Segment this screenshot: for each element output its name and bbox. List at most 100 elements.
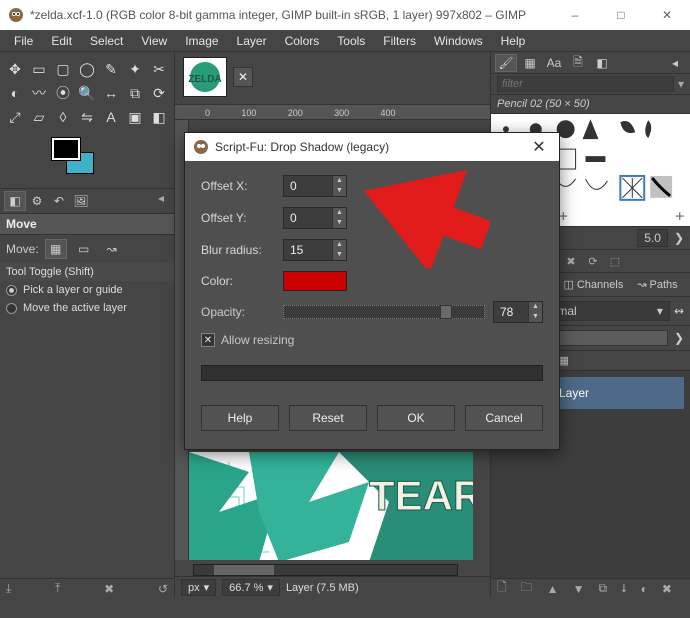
- tab-document-history[interactable]: 🗎: [567, 54, 589, 72]
- tab-tool-options[interactable]: ◧: [4, 191, 26, 211]
- lower-layer-icon[interactable]: ▼: [573, 582, 585, 596]
- image-tab-thumbnail[interactable]: ZELDA: [183, 57, 227, 97]
- tool-free-select[interactable]: ✎: [100, 58, 122, 80]
- tool-scale[interactable]: ⤢: [4, 106, 26, 128]
- tab-brushes[interactable]: 🖌: [495, 54, 517, 72]
- tool-gradient[interactable]: ◧: [148, 106, 170, 128]
- merge-down-icon[interactable]: ⭣: [621, 581, 627, 596]
- menu-view[interactable]: View: [133, 32, 175, 50]
- maximize-button[interactable]: □: [598, 0, 644, 30]
- move-mode-layer[interactable]: ▦: [45, 239, 67, 259]
- menu-tools[interactable]: Tools: [329, 32, 373, 50]
- step-down-icon[interactable]: ▼: [332, 186, 346, 196]
- minimize-button[interactable]: –: [552, 0, 598, 30]
- reset-options-icon[interactable]: ↺: [158, 582, 168, 596]
- step-down-icon[interactable]: ▼: [528, 312, 542, 322]
- horizontal-scrollbar[interactable]: [193, 564, 458, 576]
- zoom-dropdown[interactable]: 66.7 %▾: [222, 579, 280, 596]
- delete-brush-icon[interactable]: ✖: [561, 252, 581, 270]
- dock-menu-icon[interactable]: ◂: [152, 191, 170, 211]
- radio-pick-layer[interactable]: Pick a layer or guide: [0, 281, 174, 299]
- dialog-close-button[interactable]: ✕: [527, 137, 551, 157]
- layer-group-icon[interactable]: 🗀: [521, 578, 533, 599]
- menu-layer[interactable]: Layer: [229, 32, 275, 50]
- cancel-button[interactable]: Cancel: [465, 405, 543, 431]
- tool-flip[interactable]: ⇋: [76, 106, 98, 128]
- color-swatches[interactable]: [0, 132, 174, 188]
- help-button[interactable]: Help: [201, 405, 279, 431]
- duplicate-layer-icon[interactable]: ⧉: [598, 581, 607, 596]
- offset-x-input[interactable]: 0 ▲▼: [283, 175, 347, 197]
- ok-button[interactable]: OK: [377, 405, 455, 431]
- dock-menu-icon[interactable]: ◂: [664, 54, 686, 72]
- open-as-image-icon[interactable]: ⬚: [605, 252, 625, 270]
- allow-resizing-checkbox[interactable]: ✕ Allow resizing: [201, 333, 543, 347]
- step-up-icon[interactable]: ▲: [332, 240, 346, 250]
- tool-crop[interactable]: ⧉: [124, 82, 146, 104]
- radio-move-active[interactable]: Move the active layer: [0, 299, 174, 317]
- close-button[interactable]: ✕: [644, 0, 690, 30]
- save-options-icon[interactable]: ⤓: [6, 581, 11, 596]
- chevron-icon[interactable]: ❯: [674, 331, 684, 345]
- mode-switch-icon[interactable]: ↭: [674, 304, 684, 318]
- tool-rotate[interactable]: ⟳: [148, 82, 170, 104]
- tool-zoom[interactable]: 🔍: [76, 82, 98, 104]
- brush-filter-input[interactable]: [497, 76, 674, 92]
- tool-measure[interactable]: ↔: [100, 82, 122, 104]
- tool-align[interactable]: ▭: [28, 58, 50, 80]
- refresh-brushes-icon[interactable]: ⟳: [583, 252, 603, 270]
- step-down-icon[interactable]: ▼: [332, 218, 346, 228]
- menu-help[interactable]: Help: [493, 32, 534, 50]
- tab-device-status[interactable]: ⚙: [26, 191, 48, 211]
- tool-fuzzy-select[interactable]: ✦: [124, 58, 146, 80]
- tab-paths[interactable]: ↝Paths: [631, 275, 683, 294]
- tab-gradients[interactable]: ◧: [591, 54, 613, 72]
- menu-image[interactable]: Image: [177, 32, 226, 50]
- tool-shear[interactable]: ▱: [28, 106, 50, 128]
- menu-file[interactable]: File: [6, 32, 41, 50]
- tab-undo-history[interactable]: ↶: [48, 191, 70, 211]
- lock-alpha-icon[interactable]: ▦: [558, 354, 568, 367]
- delete-options-icon[interactable]: ✖: [104, 582, 114, 596]
- menu-edit[interactable]: Edit: [43, 32, 80, 50]
- blur-radius-input[interactable]: 15 ▲▼: [283, 239, 347, 261]
- mask-icon[interactable]: ◐: [641, 582, 648, 596]
- brush-spacing[interactable]: 5.0: [637, 229, 668, 247]
- fg-color-swatch[interactable]: [52, 138, 80, 160]
- tool-paths[interactable]: 〰: [28, 82, 50, 104]
- delete-layer-icon[interactable]: ✖: [662, 582, 672, 596]
- move-mode-selection[interactable]: ▭: [73, 239, 95, 259]
- tab-patterns[interactable]: ▦: [519, 54, 541, 72]
- tool-rect-select[interactable]: ▢: [52, 58, 74, 80]
- tool-picker[interactable]: ⦿: [52, 82, 74, 104]
- offset-y-input[interactable]: 0 ▲▼: [283, 207, 347, 229]
- opacity-slider[interactable]: [283, 305, 485, 319]
- chevron-icon[interactable]: ❯: [674, 231, 684, 245]
- tool-ellipse-select[interactable]: ◯: [76, 58, 98, 80]
- tool-move[interactable]: ✥: [4, 58, 26, 80]
- tool-perspective[interactable]: ◊: [52, 106, 74, 128]
- step-up-icon[interactable]: ▲: [332, 176, 346, 186]
- tool-text[interactable]: A: [100, 106, 122, 128]
- tab-channels[interactable]: ◫ Channels: [557, 275, 629, 294]
- menu-colors[interactable]: Colors: [277, 32, 328, 50]
- image-tab-close[interactable]: ✕: [233, 67, 253, 87]
- opacity-spin[interactable]: 78 ▲▼: [493, 301, 543, 323]
- tab-images[interactable]: 🖼: [70, 191, 92, 211]
- tab-fonts[interactable]: Aa: [543, 54, 565, 72]
- raise-layer-icon[interactable]: ▲: [547, 582, 559, 596]
- step-up-icon[interactable]: ▲: [528, 302, 542, 312]
- layer-name[interactable]: Layer: [559, 386, 589, 400]
- tool-fg-select[interactable]: ◐: [4, 82, 26, 104]
- step-down-icon[interactable]: ▼: [332, 250, 346, 260]
- reset-button[interactable]: Reset: [289, 405, 367, 431]
- restore-options-icon[interactable]: ⤒: [55, 581, 60, 596]
- tool-bucket[interactable]: ▣: [124, 106, 146, 128]
- unit-dropdown[interactable]: px▾: [181, 579, 216, 596]
- step-up-icon[interactable]: ▲: [332, 208, 346, 218]
- move-mode-path[interactable]: ↝: [101, 239, 123, 259]
- new-layer-icon[interactable]: 🗋: [497, 578, 507, 599]
- menu-windows[interactable]: Windows: [426, 32, 491, 50]
- color-button[interactable]: [283, 271, 347, 291]
- menu-select[interactable]: Select: [82, 32, 131, 50]
